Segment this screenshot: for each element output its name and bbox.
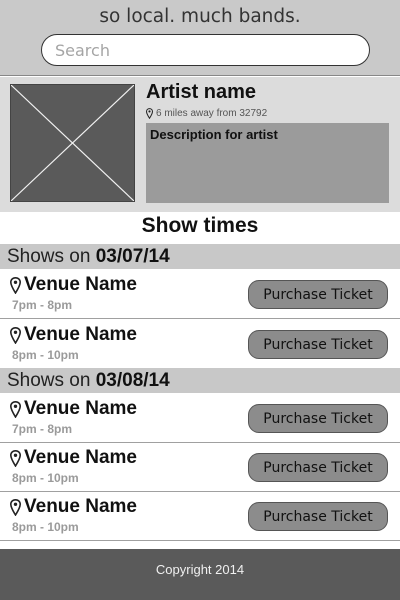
date-prefix: Shows on (7, 370, 96, 391)
venue-name: Venue Name (24, 274, 137, 295)
show-times-heading: Show times (141, 214, 259, 237)
date-header: Shows on 03/07/14 (0, 244, 400, 269)
purchase-ticket-button[interactable]: Purchase Ticket (248, 404, 388, 433)
show-date: 03/07/14 (95, 246, 170, 267)
artist-distance: 6 miles away from 32792 (146, 108, 267, 119)
footer: Copyright 2014 (0, 549, 400, 600)
purchase-ticket-button[interactable]: Purchase Ticket (248, 453, 388, 482)
venue-name: Venue Name (24, 496, 137, 517)
venue-name: Venue Name (24, 447, 137, 468)
show-date: 03/08/14 (95, 370, 170, 391)
venue-name: Venue Name (24, 324, 137, 345)
show-time: 8pm - 10pm (12, 471, 79, 485)
search-input[interactable] (41, 34, 370, 66)
show-row: Venue Name 8pm - 10pm Purchase Ticket (0, 320, 400, 369)
show-row: Venue Name 8pm - 10pm Purchase Ticket (0, 443, 400, 492)
artist-name: Artist name (146, 81, 257, 103)
distance-text: 6 miles away from 32792 (156, 108, 268, 119)
purchase-ticket-button[interactable]: Purchase Ticket (248, 330, 388, 359)
map-pin-icon (10, 327, 21, 344)
show-time: 7pm - 8pm (12, 298, 73, 312)
copyright-text: Copyright 2014 (155, 562, 245, 577)
date-prefix: Shows on (7, 246, 96, 267)
purchase-ticket-button[interactable]: Purchase Ticket (248, 502, 388, 531)
app-title: so local. much bands. (99, 6, 301, 27)
purchase-ticket-button[interactable]: Purchase Ticket (248, 280, 388, 309)
map-pin-icon (10, 499, 21, 516)
show-time: 8pm - 10pm (12, 348, 79, 362)
description-text: Description for artist (150, 127, 278, 142)
date-header: Shows on 03/08/14 (0, 368, 400, 393)
map-pin-icon (146, 108, 153, 119)
map-pin-icon (10, 277, 21, 294)
image-placeholder-icon (10, 84, 135, 202)
show-row: Venue Name 7pm - 8pm Purchase Ticket (0, 270, 400, 319)
map-pin-icon (10, 450, 21, 467)
artist-description: Description for artist (146, 123, 389, 203)
artist-panel: Artist name 6 miles away from 32792 Desc… (0, 77, 400, 212)
show-time: 7pm - 8pm (12, 422, 73, 436)
app-header: so local. much bands. (0, 0, 400, 76)
venue-name: Venue Name (24, 398, 137, 419)
show-row: Venue Name 7pm - 8pm Purchase Ticket (0, 394, 400, 443)
show-time: 8pm - 10pm (12, 520, 79, 534)
map-pin-icon (10, 401, 21, 418)
show-row: Venue Name 8pm - 10pm Purchase Ticket (0, 492, 400, 541)
